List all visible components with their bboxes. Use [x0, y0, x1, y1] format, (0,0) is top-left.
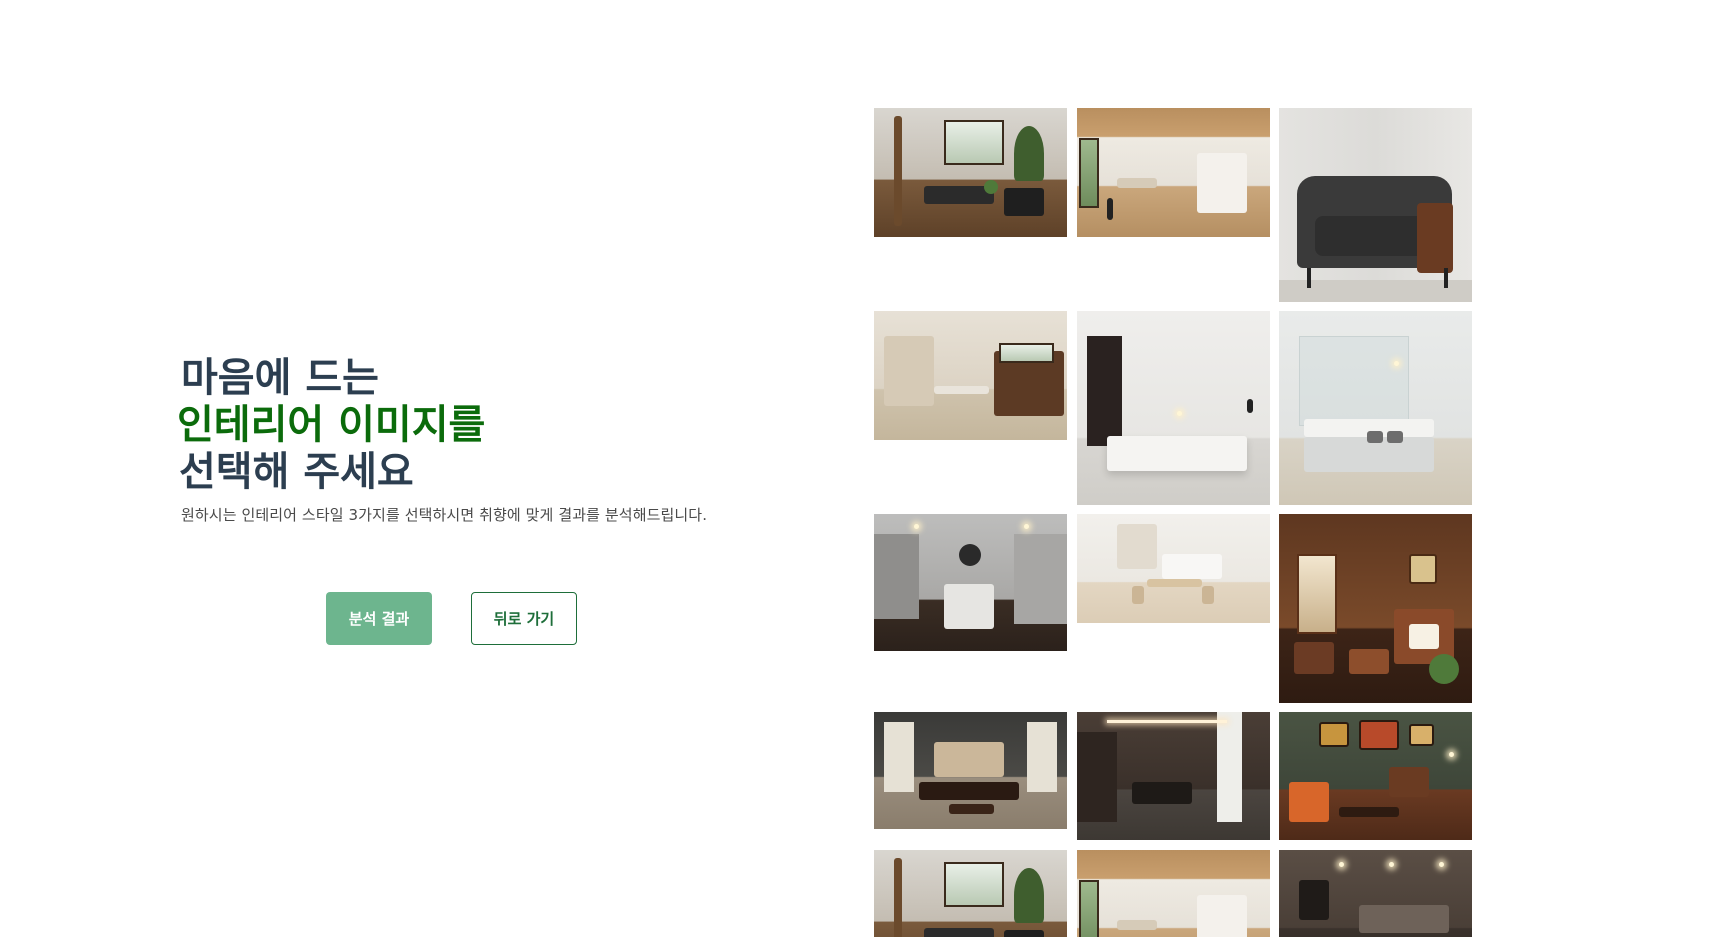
gallery-image-dark-modern-living-room[interactable] [1279, 850, 1472, 937]
gallery-image-classic-wood-living-room[interactable] [1279, 514, 1472, 703]
title-line-3: 선택해 주세요 [179, 449, 414, 495]
gallery-image-dark-wood-kitchen[interactable] [1077, 712, 1270, 840]
gallery-image-minimal-bedroom[interactable] [1077, 311, 1270, 505]
intro-section: 마음에 드는 인테리어 이미지를 선택해 주세요 원하시는 인테리어 스타일 3… [177, 355, 781, 525]
gallery-image-white-kitchen-stools[interactable] [1279, 311, 1472, 505]
gallery-image-asian-style-living-room[interactable] [874, 712, 1067, 829]
gallery-image-wood-ceiling-kitchen-repeat[interactable] [1077, 850, 1270, 937]
gallery-image-kitchen-island[interactable] [874, 311, 1067, 440]
analysis-result-button[interactable]: 분석 결과 [326, 592, 432, 645]
gallery-image-wood-ceiling-kitchen[interactable] [1077, 108, 1270, 237]
page: 마음에 드는 인테리어 이미지를 선택해 주세요 원하시는 인테리어 스타일 3… [0, 0, 1719, 937]
gallery-image-modern-living-room[interactable] [874, 108, 1067, 237]
gallery-image-white-dining-kitchen[interactable] [1077, 514, 1270, 623]
interior-image-gallery [874, 108, 1472, 937]
gallery-image-charcoal-armchair[interactable] [1279, 108, 1472, 302]
title-line-2-highlight: 인테리어 이미지를 [177, 402, 486, 448]
title-line-1: 마음에 드는 [181, 355, 379, 401]
gallery-image-modern-living-room-repeat[interactable] [874, 850, 1067, 937]
go-back-button[interactable]: 뒤로 가기 [471, 592, 577, 645]
gallery-image-gray-kitchen-chandelier[interactable] [874, 514, 1067, 651]
gallery-image-vintage-eclectic-lounge[interactable] [1279, 712, 1472, 840]
page-title: 마음에 드는 인테리어 이미지를 선택해 주세요 [177, 355, 781, 496]
subtitle: 원하시는 인테리어 스타일 3가지를 선택하시면 취향에 맞게 결과를 분석해드… [181, 506, 708, 524]
